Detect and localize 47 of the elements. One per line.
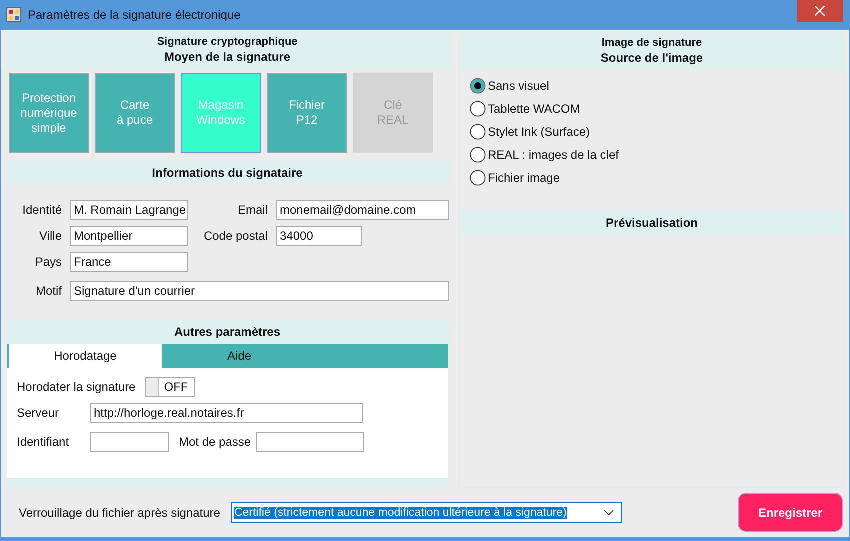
section-title: Autres paramètres [174, 324, 281, 342]
radio-option[interactable]: Sans visuel [470, 78, 844, 94]
radio-button[interactable] [470, 124, 486, 140]
text-field[interactable]: Signature d'un courrier [70, 281, 449, 302]
field-label: Identifiant [17, 435, 70, 450]
section-title: Informations du signataire [152, 164, 303, 182]
radio-option[interactable]: Fichier image [470, 170, 844, 186]
radio-button[interactable] [470, 78, 486, 94]
section-subtitle: Source de l'image [600, 50, 704, 67]
field-label: Identité [22, 203, 62, 218]
text-field[interactable]: France [70, 252, 188, 272]
tab[interactable]: Horodatage [7, 344, 162, 368]
toggle-label: Horodater la signature [17, 380, 136, 394]
field-label: Ville [38, 229, 62, 244]
radio-button[interactable] [470, 147, 486, 163]
text-field[interactable]: M. Romain Lagrange [70, 200, 188, 220]
field-label: Email [236, 203, 268, 218]
text-field[interactable] [256, 432, 364, 452]
radio-option[interactable]: Tablette WACOM [470, 101, 844, 117]
save-button[interactable]: Enregistrer [738, 493, 843, 532]
field-label: Serveur [17, 406, 60, 420]
section-subtitle: Moyen de la signature [164, 49, 291, 66]
lock-dropdown[interactable]: Certifié (strictement aucune modification ultérieure à la signature) [231, 502, 622, 523]
app-icon [6, 7, 22, 23]
text-field[interactable]: http://horloge.real.notaires.fr [90, 403, 363, 424]
radio-option[interactable]: REAL : images de la clef [470, 147, 844, 163]
close-icon [815, 6, 825, 16]
radio-option[interactable]: Stylet Ink (Surface) [470, 124, 844, 140]
radio-button[interactable] [470, 170, 486, 186]
text-field[interactable] [90, 432, 169, 452]
text-field[interactable]: 34000 [276, 226, 362, 246]
chevron-down-icon [604, 510, 614, 516]
radio-button[interactable] [470, 101, 486, 117]
section-title: Image de signature [602, 37, 702, 49]
text-field[interactable]: Montpellier [70, 226, 188, 246]
text-field[interactable]: monemail@domaine.com [276, 200, 449, 220]
close-button[interactable] [797, 0, 843, 22]
window-title: Paramètres de la signature électronique [28, 8, 242, 22]
toggle-switch[interactable]: OFF [144, 377, 195, 398]
tab[interactable]: Aide [162, 344, 317, 368]
lock-label: Verrouillage du fichier après signature [19, 506, 220, 520]
section-title: Prévisualisation [606, 215, 698, 232]
section-title: Signature cryptographique [157, 36, 298, 48]
field-label: Code postal [202, 229, 268, 244]
field-label: Mot de passe [179, 435, 252, 450]
field-label: Pays [34, 255, 62, 270]
field-label: Motif [34, 284, 62, 298]
